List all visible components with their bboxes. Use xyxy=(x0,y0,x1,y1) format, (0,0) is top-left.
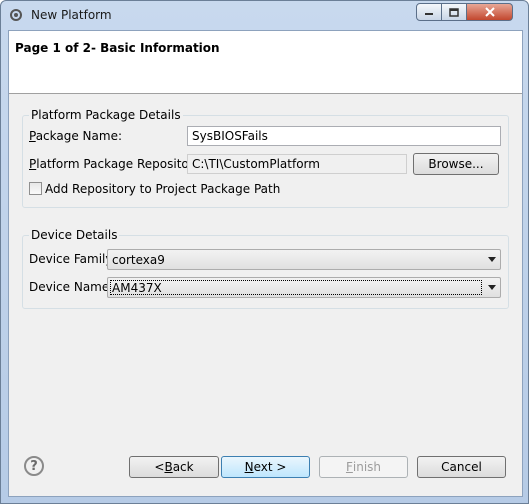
group-legend: Platform Package Details xyxy=(29,108,183,122)
maximize-icon xyxy=(449,7,459,17)
page-title: Page 1 of 2- Basic Information xyxy=(15,41,220,55)
window-title: New Platform xyxy=(31,8,112,22)
device-name-select[interactable]: AM437X xyxy=(107,277,501,298)
title-bar[interactable]: New Platform xyxy=(1,1,528,29)
package-name-field[interactable]: SysBIOSFails xyxy=(187,126,501,146)
browse-button[interactable]: Browse... xyxy=(413,153,499,175)
repository-label: Platform Package Repository: xyxy=(29,157,204,171)
cancel-button[interactable]: Cancel xyxy=(417,456,506,478)
device-family-label: Device Family xyxy=(29,252,113,266)
group-legend: Device Details xyxy=(29,228,120,242)
maximize-button[interactable] xyxy=(442,3,467,21)
minimize-icon xyxy=(425,13,433,15)
close-button[interactable] xyxy=(467,3,513,21)
wizard-header: Page 1 of 2- Basic Information xyxy=(9,31,522,94)
close-icon xyxy=(484,7,495,17)
device-family-value: cortexa9 xyxy=(112,253,165,267)
repository-field[interactable]: C:\TI\CustomPlatform xyxy=(187,154,407,174)
dialog-window: New Platform Page 1 of 2- Basic Informat… xyxy=(0,0,529,504)
finish-button[interactable]: Finish xyxy=(319,456,408,478)
add-repo-checkbox[interactable] xyxy=(29,182,42,195)
device-details-group: Device Details Device Family cortexa9 De… xyxy=(22,228,509,309)
focus-outline xyxy=(110,280,482,295)
package-name-label: Package Name: xyxy=(29,129,123,143)
chevron-down-icon xyxy=(488,285,496,290)
add-repo-label: Add Repository to Project Package Path xyxy=(45,182,281,196)
next-button[interactable]: Next > xyxy=(221,456,310,478)
platform-details-group: Platform Package Details Package Name: S… xyxy=(22,108,509,208)
device-name-label: Device Name xyxy=(29,280,110,294)
chevron-down-icon xyxy=(488,257,496,262)
dialog-client: Page 1 of 2- Basic Information Platform … xyxy=(8,30,523,497)
app-icon xyxy=(10,9,22,21)
help-icon[interactable]: ? xyxy=(24,456,44,476)
device-family-select[interactable]: cortexa9 xyxy=(107,249,501,270)
back-button[interactable]: < Back xyxy=(129,456,219,478)
minimize-button[interactable] xyxy=(416,3,442,21)
device-name-value: AM437X xyxy=(112,281,162,295)
